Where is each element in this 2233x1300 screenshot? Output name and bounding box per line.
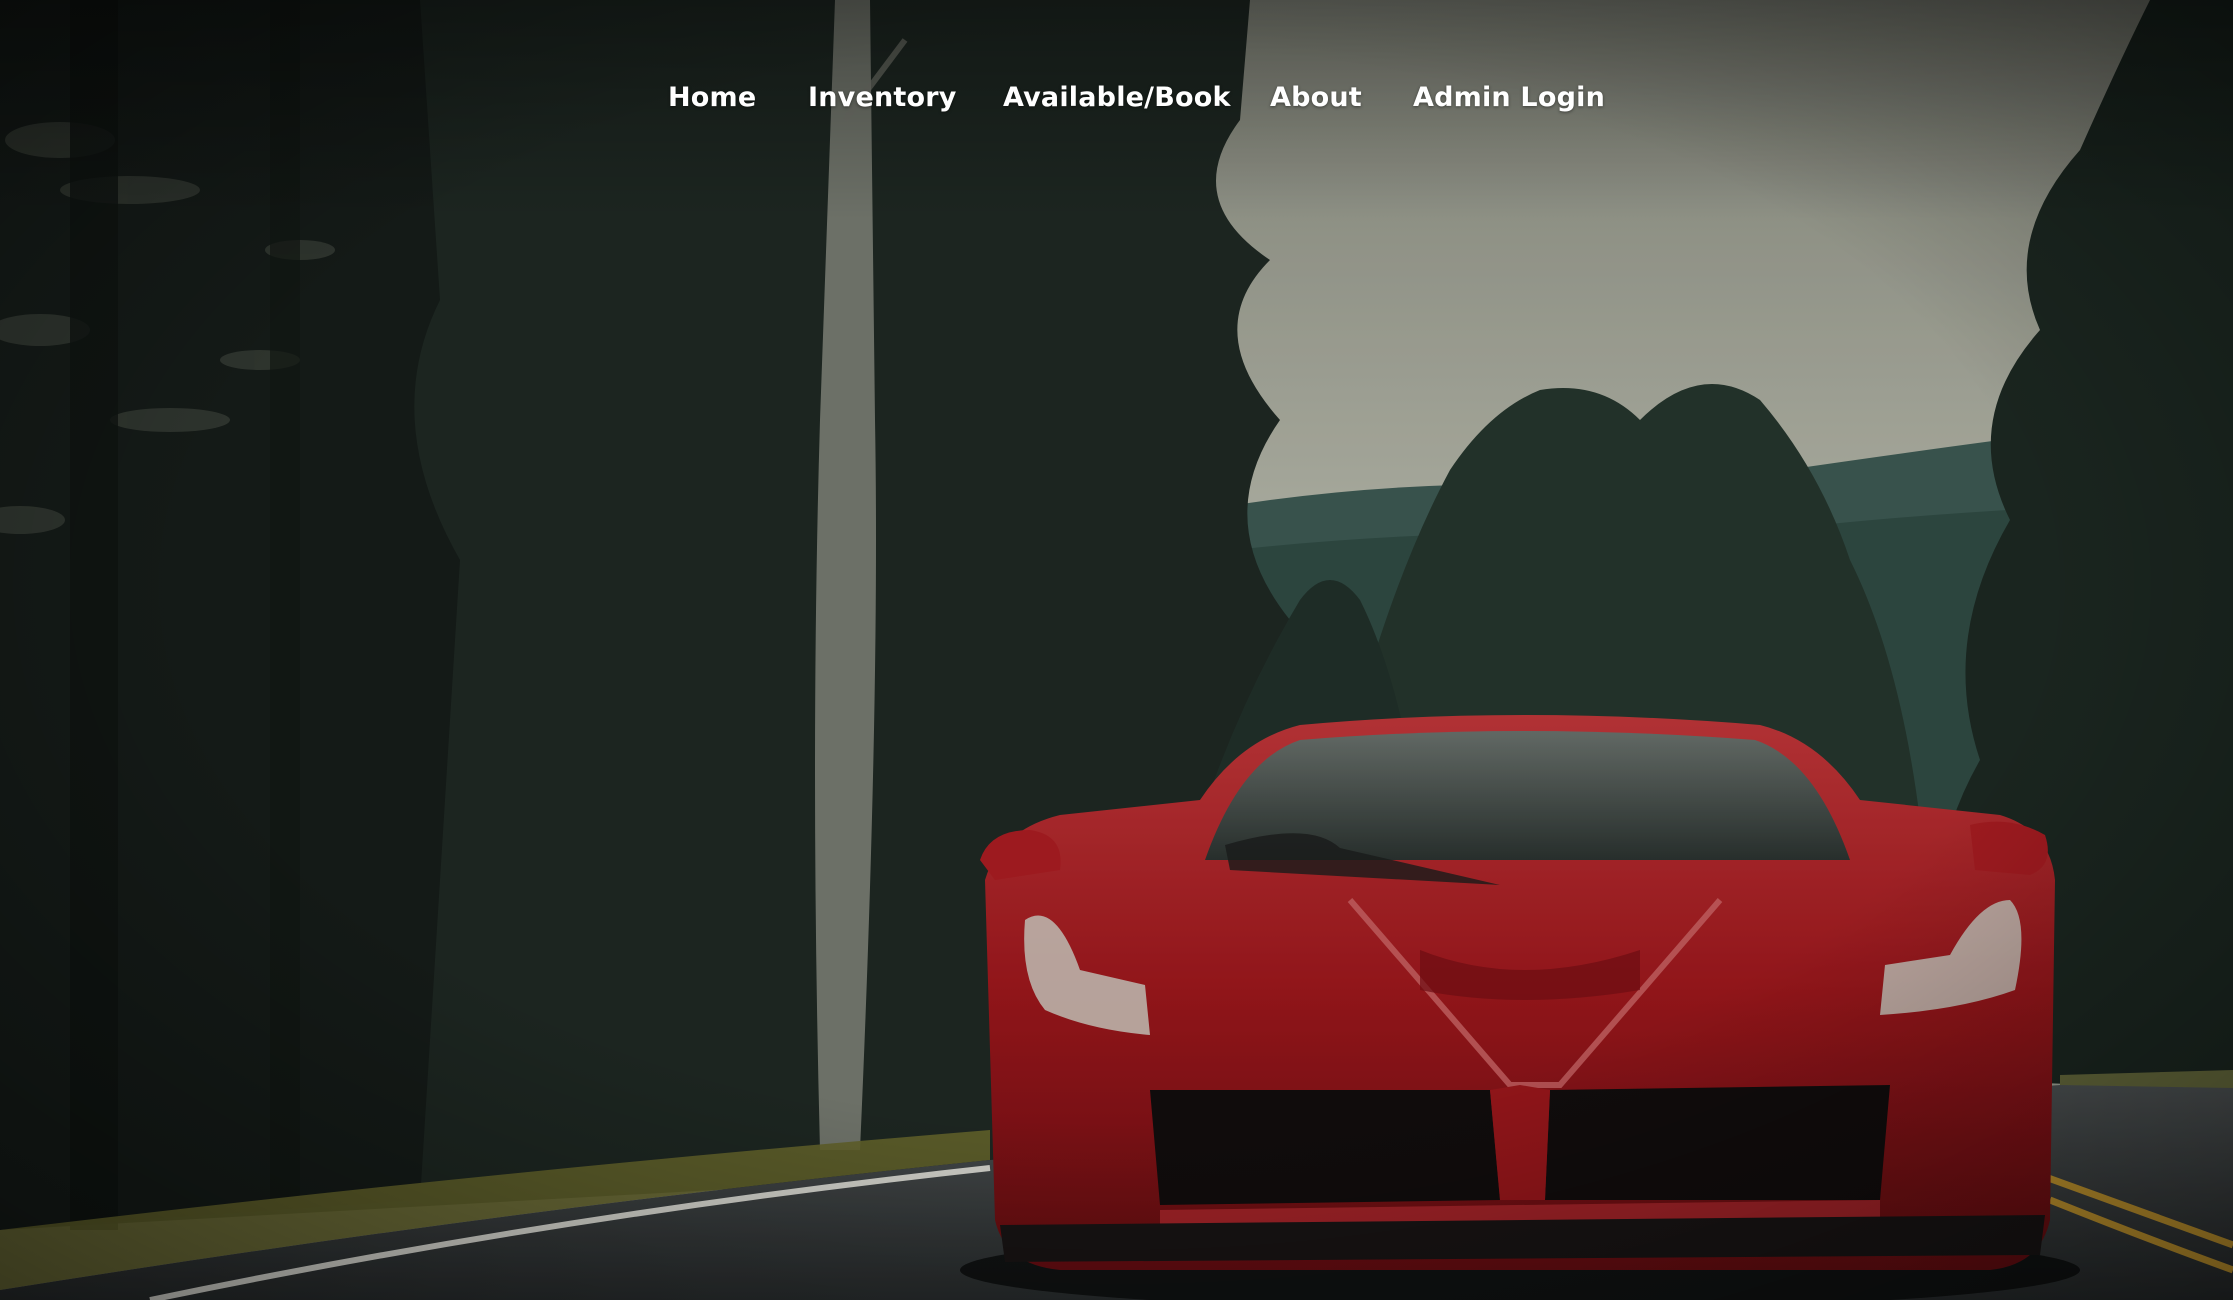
nav-link-inventory[interactable]: Inventory bbox=[808, 76, 957, 120]
main-nav: Home Inventory Available/Book About Admi… bbox=[0, 76, 2233, 120]
hero-section: Home Inventory Available/Book About Admi… bbox=[0, 0, 2233, 1300]
hero-background-image bbox=[0, 0, 2233, 1300]
nav-link-admin-login[interactable]: Admin Login bbox=[1413, 76, 1605, 120]
nav-link-home[interactable]: Home bbox=[668, 76, 756, 120]
nav-link-available-book[interactable]: Available/Book bbox=[1003, 76, 1231, 120]
nav-link-about[interactable]: About bbox=[1270, 76, 1362, 120]
